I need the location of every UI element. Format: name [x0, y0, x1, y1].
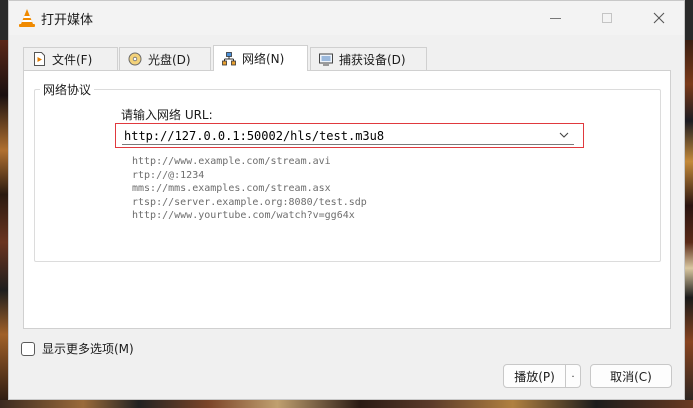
minimize-button[interactable]: [529, 1, 581, 35]
show-more-options[interactable]: 显示更多选项(M): [21, 340, 134, 357]
group-title: 网络协议: [40, 81, 95, 98]
background-right-edge: [684, 40, 693, 408]
show-more-checkbox[interactable]: [21, 341, 35, 356]
url-example: http://www.yourtube.com/watch?v=gg64x: [132, 210, 355, 222]
url-example: rtp://@:1234: [132, 169, 205, 181]
close-icon: [653, 12, 665, 24]
tab-capture-label: 捕获设备(D): [339, 52, 406, 67]
tab-disc[interactable]: 光盘(D): [119, 47, 211, 70]
tab-capture-device[interactable]: 捕获设备(D): [310, 47, 427, 70]
url-example: http://www.example.com/stream.avi: [132, 156, 331, 167]
url-example: mms://mms.examples.com/stream.asx: [132, 183, 331, 195]
play-options-dropdown[interactable]: [566, 364, 581, 388]
title-bar[interactable]: 打开媒体: [9, 1, 684, 35]
open-media-dialog: 打开媒体 文件(F) 光盘(D) 网络(N) 捕获设备(D) 网络协议 请输入网…: [8, 0, 685, 400]
maximize-icon: [602, 13, 612, 23]
file-media-icon: [32, 52, 46, 66]
url-label: 请输入网络 URL:: [121, 108, 213, 122]
maximize-button[interactable]: [581, 1, 633, 35]
caret-down-icon: [572, 375, 574, 377]
network-icon: [222, 51, 236, 66]
tab-file-label: 文件(F): [52, 52, 93, 67]
vlc-cone-icon: [19, 9, 35, 27]
url-examples-list: http://www.example.com/stream.avi rtp://…: [132, 155, 367, 223]
show-more-label: 显示更多选项(M): [42, 342, 134, 356]
close-button[interactable]: [633, 1, 685, 35]
url-combobox[interactable]: [122, 126, 574, 145]
network-protocol-group: 网络协议 请输入网络 URL: http://www.example.com/s…: [34, 81, 661, 262]
url-example: rtsp://server.example.org:8080/test.sdp: [132, 196, 367, 208]
minimize-icon: [549, 17, 561, 19]
tab-file[interactable]: 文件(F): [23, 47, 118, 70]
chevron-down-icon[interactable]: [557, 128, 571, 142]
tab-network-label: 网络(N): [242, 52, 285, 66]
background-bottom-edge: [0, 400, 693, 408]
play-button[interactable]: 播放(P): [503, 364, 566, 388]
cancel-button[interactable]: 取消(C): [590, 364, 672, 388]
tab-network[interactable]: 网络(N): [213, 45, 308, 71]
capture-device-icon: [319, 52, 333, 66]
url-input[interactable]: [124, 127, 544, 144]
tab-disc-label: 光盘(D): [148, 52, 191, 67]
network-tab-panel: 网络协议 请输入网络 URL: http://www.example.com/s…: [23, 70, 671, 329]
disc-icon: [128, 52, 142, 66]
background-left-edge: [0, 40, 8, 408]
window-title: 打开媒体: [41, 13, 94, 28]
